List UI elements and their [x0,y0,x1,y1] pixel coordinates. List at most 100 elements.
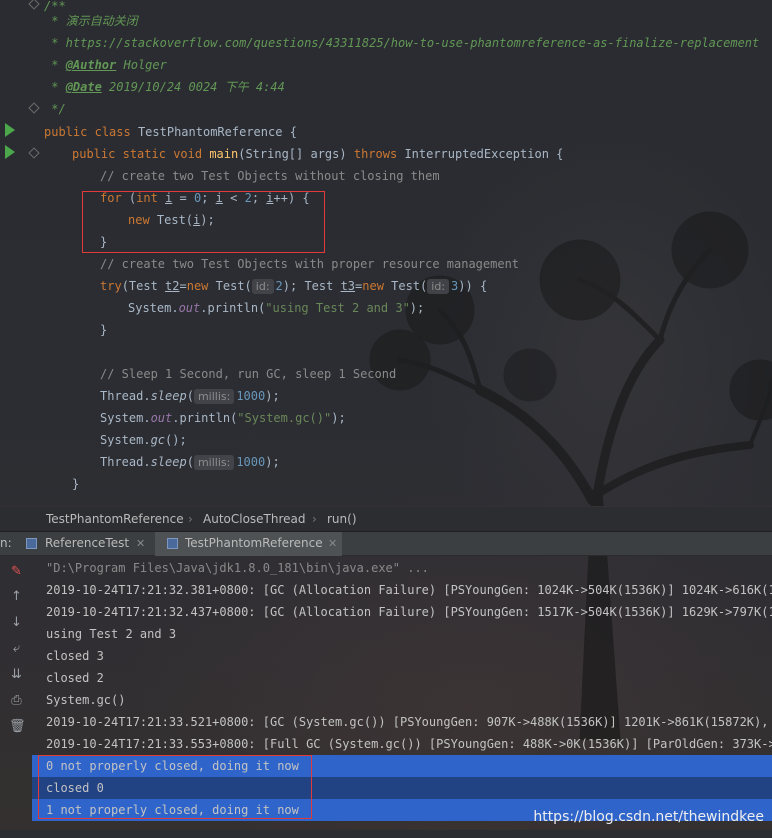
keyword: public [44,125,88,139]
println-line[interactable]: System.out.println("System.gc()"); [100,407,346,429]
method-name: main [209,147,239,161]
code-text: System. [100,411,151,425]
close-brace-line[interactable]: } [72,473,79,495]
number-literal: 1000 [236,455,266,469]
console-line: System.gc() [46,693,126,707]
scroll-up-icon[interactable]: ↑ [9,589,24,604]
console-line: 2019-10-24T17:21:33.553+0800: [Full GC (… [46,737,772,751]
keyword: new [186,279,209,293]
println-line[interactable]: System.out.println("using Test 2 and 3")… [128,297,424,319]
tab-reference-test[interactable]: ReferenceTest ✕ [18,532,153,556]
console-line: 2019-10-24T17:21:32.437+0800: [GC (Alloc… [46,605,772,619]
chevron-right-icon: › [312,512,317,526]
code-text: Test( [208,279,252,293]
fold-marker-icon[interactable] [28,147,40,159]
doc-text: * https://stackoverflow.com/questions/43… [44,36,760,50]
console-line: closed 2 [46,671,104,685]
doc-comment-line[interactable]: * @Author Holger [44,54,167,76]
breadcrumb-item[interactable]: TestPhantomReference [46,512,184,526]
keyword: class [94,125,131,139]
trash-icon[interactable]: 🗑 [9,719,26,734]
thread-sleep-line[interactable]: Thread.sleep(millis: 1000); [100,451,280,473]
punct: ); [265,389,280,403]
code-text: ); Test [282,279,341,293]
chevron-right-icon: › [188,512,193,526]
comment-line[interactable]: // create two Test Objects with proper r… [100,253,519,275]
doc-comment-line[interactable]: */ [44,98,66,120]
code-text: System. [128,301,179,315]
run-main-icon[interactable] [5,145,15,159]
code-text: System. [100,433,151,447]
punct: ); [409,301,425,315]
class-declaration-line[interactable]: public class TestPhantomReference { [44,121,297,143]
java-class-icon [26,538,37,549]
doc-text: Holger [116,58,167,72]
scroll-to-end-icon[interactable]: ⇊ [9,667,24,682]
run-tool-window-tabs: n: ReferenceTest ✕ TestPhantomReference … [0,532,772,556]
punct: ); [265,455,280,469]
keyword: throws [353,147,398,161]
console-line: 2019-10-24T17:21:32.381+0800: [GC (Alloc… [46,583,772,597]
tab-test-phantom-reference[interactable]: TestPhantomReference ✕ [155,532,342,556]
doc-comment-line[interactable]: * https://stackoverflow.com/questions/43… [44,32,759,54]
static-method: gc [150,433,166,447]
close-icon[interactable]: ✕ [136,532,145,555]
java-class-icon [167,538,178,549]
breadcrumb-item[interactable]: AutoCloseThread [203,512,306,526]
code-text: .println( [200,301,266,315]
system-gc-line[interactable]: System.gc(); [100,429,187,451]
brace: { [289,125,297,139]
doc-comment-line[interactable]: * 演示自动关闭 [44,10,138,32]
try-with-resources-line[interactable]: try(Test t2=new Test(id: 2); Test t3=new … [100,275,487,297]
fold-marker-icon[interactable] [28,102,40,114]
number-literal: 1000 [236,389,266,403]
thread-sleep-line[interactable]: Thread.sleep(millis: 1000); [100,385,280,407]
string-literal: "System.gc()" [237,411,332,425]
params: (String[] args) [238,147,347,161]
close-icon[interactable]: ✕ [328,532,337,555]
code-editor[interactable]: /** * 演示自动关闭 * https://stackoverflow.com… [0,0,772,506]
main-method-declaration-line[interactable]: public static void main(String[] args) t… [72,143,563,165]
doc-comment-line[interactable]: * @Date 2019/10/24 0024 下午 4:44 [44,76,285,98]
keyword: new [362,279,384,293]
run-label: n: [0,536,12,550]
parameter-hint: id: [427,279,450,294]
static-field: out [178,301,201,315]
run-class-icon[interactable] [5,123,15,137]
parameter-hint: id: [251,279,274,294]
keyword: try [100,279,122,293]
scroll-down-icon[interactable]: ↓ [9,615,24,630]
watermark: https://blog.csdn.net/thewindkee [533,809,764,825]
comment-line[interactable]: // Sleep 1 Second, run GC, sleep 1 Secon… [100,363,396,385]
editor-gutter [0,0,40,506]
javadoc-tag: @Date [65,80,102,94]
console-line: using Test 2 and 3 [46,627,177,641]
comment-line[interactable]: // create two Test Objects without closi… [100,165,440,187]
exception-name: InterruptedException [404,147,549,161]
class-name: TestPhantomReference [137,125,283,139]
doc-text: * [44,58,66,72]
doc-text: */ [44,102,66,116]
punct: )) { [458,279,488,293]
red-annotation-box [38,755,312,819]
doc-text: * 演示自动关闭 [44,14,138,28]
print-icon[interactable]: ⎙ [9,693,24,708]
soft-wrap-icon[interactable]: ⤶ [9,641,24,656]
console-toolbar: ✎ ↑ ↓ ⤶ ⇊ ⎙ 🗑 [0,556,32,838]
tab-label: ReferenceTest [45,536,130,550]
code-text: (Test [121,279,166,293]
keyword: public [72,147,116,161]
string-literal: "using Test 2 and 3" [265,301,410,315]
code-text: Thread. [100,389,151,403]
javadoc-tag: @Author [65,58,117,72]
code-text: .println( [172,411,238,425]
brace: { [556,147,564,161]
parameter-hint: millis: [193,389,235,404]
breadcrumb-item[interactable]: run() [327,512,357,526]
punct: = [179,279,187,293]
punct: ); [331,411,346,425]
clear-console-icon[interactable]: ✎ [9,564,24,579]
console-line: closed 3 [46,649,104,663]
fold-marker-icon[interactable] [28,0,40,10]
close-brace-line[interactable]: } [100,319,107,341]
